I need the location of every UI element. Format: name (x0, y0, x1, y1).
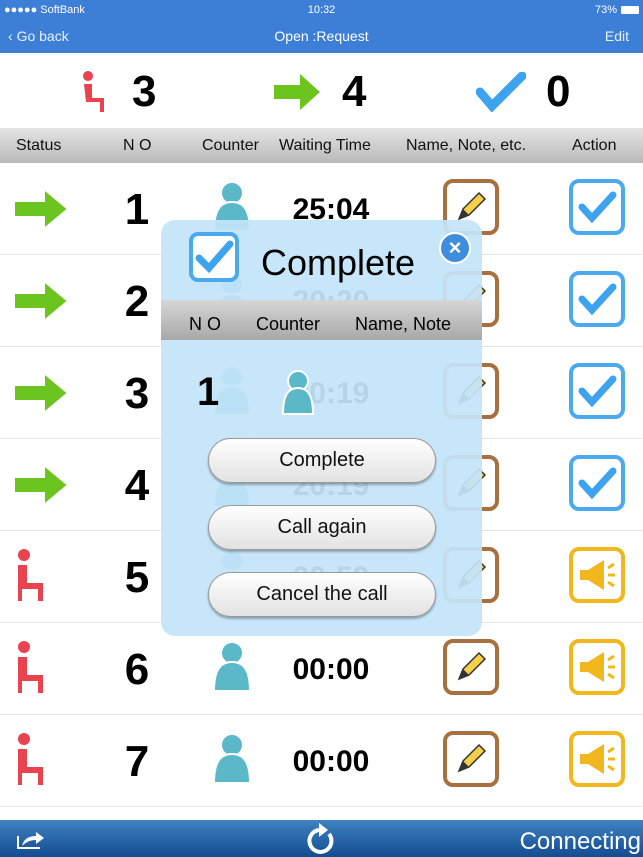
cancel-call-button[interactable]: Cancel the call (208, 572, 436, 617)
counter-person-icon (210, 731, 254, 792)
table-row[interactable]: 7 00:00 (0, 715, 643, 807)
nav-bar: ‹ Go back Open :Request Edit (0, 20, 643, 53)
arrow-right-icon (274, 74, 320, 110)
complete-check-icon[interactable] (569, 363, 625, 419)
page-title: Open :Request (274, 28, 369, 44)
edit-note-pencil-icon[interactable] (443, 639, 499, 695)
refresh-icon[interactable] (305, 822, 337, 857)
counter-person-icon (281, 370, 315, 415)
col-action: Action (572, 137, 617, 154)
row-number: 7 (124, 737, 150, 786)
arrow-right-icon (12, 186, 70, 236)
col-waiting-time: Waiting Time (279, 137, 371, 154)
row-number: 3 (124, 369, 150, 418)
complete-button[interactable]: Complete (208, 438, 436, 483)
col-no: N O (123, 137, 152, 154)
col-name-note: Name, Note, etc. (406, 137, 527, 154)
complete-check-icon[interactable] (569, 455, 625, 511)
call-again-button[interactable]: Call again (208, 505, 436, 550)
seat-icon (12, 639, 52, 702)
waiting-time: 00:00 (292, 745, 370, 778)
table-header: Status N O Counter Waiting Time Name, No… (0, 128, 643, 163)
call-megaphone-icon[interactable] (569, 547, 625, 603)
check-icon (476, 72, 526, 112)
col-counter: Counter (202, 137, 259, 154)
row-number: 6 (124, 645, 150, 694)
dialog-col-no: N O (189, 314, 222, 334)
arrow-right-icon (12, 462, 70, 512)
dialog-no: 1 (197, 370, 220, 414)
dialog-title: Complete (261, 242, 416, 283)
row-number: 5 (124, 553, 150, 602)
close-icon[interactable]: × (439, 232, 471, 264)
summary-bar: 3 4 0 (0, 53, 643, 128)
seat-icon (12, 731, 52, 794)
edit-button[interactable]: Edit (605, 28, 629, 44)
battery-icon (621, 6, 639, 14)
waiting-count: 3 (132, 67, 157, 116)
edit-note-pencil-icon[interactable] (443, 731, 499, 787)
clock: 10:32 (307, 4, 336, 16)
call-megaphone-icon[interactable] (569, 731, 625, 787)
seat-icon (83, 71, 104, 112)
share-icon[interactable] (16, 830, 46, 850)
battery-level: 73% (594, 4, 617, 16)
checkbox-icon (189, 232, 239, 282)
row-number: 1 (124, 185, 150, 234)
row-number: 2 (124, 277, 150, 326)
arrow-right-icon (12, 370, 70, 420)
table-row[interactable]: 6 00:00 (0, 623, 643, 715)
row-number: 4 (124, 461, 150, 510)
completed-count: 0 (546, 67, 571, 116)
connection-status: Connecting (519, 828, 641, 855)
status-bar: ●●●●● SoftBank 10:32 73% (0, 0, 643, 20)
seat-icon (12, 547, 52, 610)
bottom-toolbar: Connecting (0, 820, 643, 857)
called-count: 4 (342, 67, 367, 116)
dialog-table-header: N O Counter Name, Note (161, 300, 482, 340)
dialog-col-name-note: Name, Note (355, 314, 452, 334)
arrow-right-icon (12, 278, 70, 328)
col-status: Status (16, 137, 62, 154)
dialog-col-counter: Counter (256, 314, 321, 334)
counter-person-icon (210, 639, 254, 700)
complete-check-icon[interactable] (569, 271, 625, 327)
complete-dialog: Complete × N O Counter Name, Note 1 Comp… (161, 220, 482, 636)
call-megaphone-icon[interactable] (569, 639, 625, 695)
complete-check-icon[interactable] (569, 179, 625, 235)
waiting-time: 00:00 (292, 653, 370, 686)
